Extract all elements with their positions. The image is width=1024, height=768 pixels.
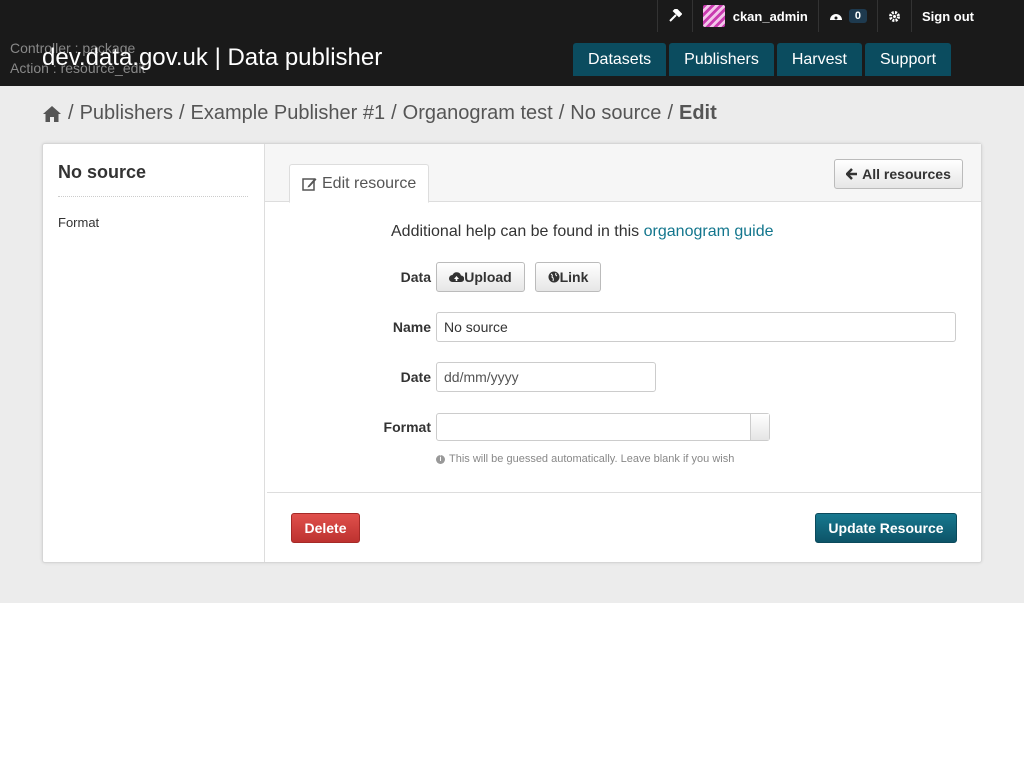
all-resources-button[interactable]: All resources xyxy=(834,159,963,189)
breadcrumb-separator: / xyxy=(558,102,565,124)
link-label: Link xyxy=(559,269,589,285)
tab-bar: Edit resource All resources xyxy=(265,144,981,203)
gear-icon xyxy=(889,10,900,22)
format-hint: i This will be guessed automatically. Le… xyxy=(436,453,734,465)
breadcrumb-resource[interactable]: No source xyxy=(570,102,661,125)
edit-icon xyxy=(302,177,317,191)
dashboard-link[interactable]: 0 xyxy=(817,0,877,32)
site-separator: | xyxy=(214,44,221,71)
main-form-area: Edit resource All resources Additional h… xyxy=(265,144,981,562)
main-nav: Datasets Publishers Harvest Support xyxy=(573,43,954,76)
tab-edit-resource-label: Edit resource xyxy=(322,175,417,192)
account-bar: ckan_admin 0 Sign out xyxy=(656,0,984,32)
globe-icon xyxy=(548,271,560,283)
site-domain: dev.data.gov.uk xyxy=(42,44,208,71)
resource-panel: No source Format Edit resource All resou… xyxy=(42,143,982,563)
avatar xyxy=(702,5,725,27)
date-label: Date xyxy=(400,369,431,385)
breadcrumb-separator: / xyxy=(391,102,397,124)
site-subtitle: Data publisher xyxy=(227,44,383,71)
sidebar-title: No source xyxy=(58,162,147,182)
help-text-prefix: Additional help can be found in this xyxy=(391,223,640,240)
info-icon: i xyxy=(436,454,445,464)
nav-support[interactable]: Support xyxy=(864,43,952,76)
nav-datasets[interactable]: Datasets xyxy=(573,43,667,76)
name-field[interactable] xyxy=(436,312,956,342)
link-button[interactable]: Link xyxy=(535,262,601,292)
hammer-icon xyxy=(669,9,682,22)
help-text: Additional help can be found in this org… xyxy=(391,223,774,241)
breadcrumb-dataset[interactable]: Organogram test xyxy=(403,102,553,125)
form-actions: Delete Update Resource xyxy=(267,492,981,562)
breadcrumb-publisher[interactable]: Example Publisher #1 xyxy=(191,102,386,125)
breadcrumb-separator: / xyxy=(68,102,74,124)
dashboard-count-badge: 0 xyxy=(848,9,867,23)
date-field[interactable] xyxy=(436,362,656,392)
sysadmin-link[interactable] xyxy=(656,0,692,32)
format-label: Format xyxy=(383,419,431,435)
user-link[interactable]: ckan_admin xyxy=(691,0,818,32)
format-select[interactable] xyxy=(436,413,770,441)
sign-out-label: Sign out xyxy=(922,8,974,24)
all-resources-label: All resources xyxy=(862,166,951,182)
sidebar: No source Format xyxy=(43,144,265,562)
data-label: Data xyxy=(400,269,431,285)
nav-harvest[interactable]: Harvest xyxy=(776,43,862,76)
content-area: / Publishers / Example Publisher #1 / Or… xyxy=(0,86,1024,603)
breadcrumb-separator: / xyxy=(178,102,185,124)
top-bar: ckan_admin 0 Sign out Controller : packa… xyxy=(0,0,1024,86)
organogram-guide-link[interactable]: organogram guide xyxy=(644,223,774,240)
breadcrumb: / Publishers / Example Publisher #1 / Or… xyxy=(42,102,717,125)
select-arrow[interactable] xyxy=(750,414,769,440)
home-icon[interactable] xyxy=(42,105,62,123)
upload-button[interactable]: Upload xyxy=(436,262,525,292)
breadcrumb-separator: / xyxy=(667,102,673,124)
username: ckan_admin xyxy=(732,8,808,24)
settings-link[interactable] xyxy=(877,0,911,32)
sign-out-link[interactable]: Sign out xyxy=(911,0,984,32)
name-label: Name xyxy=(392,319,431,335)
cloud-upload-icon xyxy=(449,272,465,282)
format-hint-text: This will be guessed automatically. Leav… xyxy=(449,453,735,465)
nav-publishers[interactable]: Publishers xyxy=(669,43,774,76)
update-resource-button[interactable]: Update Resource xyxy=(815,513,957,543)
sidebar-divider xyxy=(58,196,248,197)
dashboard-icon xyxy=(829,14,842,20)
breadcrumb-publishers[interactable]: Publishers xyxy=(80,102,173,125)
delete-button[interactable]: Delete xyxy=(291,513,360,543)
breadcrumb-active: Edit xyxy=(679,102,717,124)
tab-edit-resource[interactable]: Edit resource xyxy=(289,164,430,203)
site-title[interactable]: dev.data.gov.uk | Data publisher xyxy=(42,44,382,72)
arrow-left-icon xyxy=(846,168,858,180)
sidebar-format-label: Format xyxy=(58,215,100,230)
upload-label: Upload xyxy=(464,269,512,285)
